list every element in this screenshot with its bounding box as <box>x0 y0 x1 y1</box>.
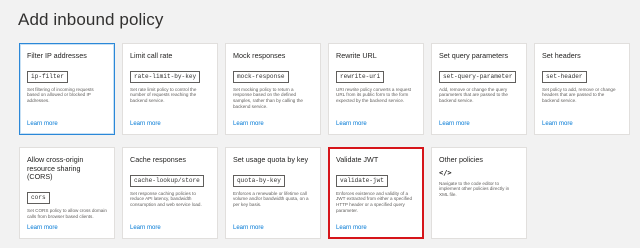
policy-code-chip: rate-limit-by-key <box>130 70 201 83</box>
policy-code-chip: cors <box>27 191 50 204</box>
policy-card-title: Filter IP addresses <box>27 51 87 60</box>
policy-card-title: Rewrite URL <box>336 51 377 60</box>
policy-card-description: Navigate to the code editor to implement… <box>439 180 510 198</box>
policy-grid: Filter IP addresses ip-filter Set filter… <box>19 43 630 239</box>
learn-more-link[interactable]: Learn more <box>233 225 264 231</box>
policy-card-description: Set rate limit policy to control the num… <box>130 86 197 104</box>
policy-card-title: Set headers <box>542 51 581 60</box>
policy-card-title: Mock responses <box>233 51 286 60</box>
policy-card-title: Other policies <box>439 155 483 164</box>
policy-card-other-policies[interactable]: Other policies </> Navigate to the code … <box>431 147 527 239</box>
learn-more-link[interactable]: Learn more <box>439 121 470 127</box>
policy-card-description: URI rewrite policy converts a request UR… <box>336 86 412 104</box>
policy-card-description: Set CORS policy to allow cross domain ca… <box>27 207 107 219</box>
policy-card-rate-limit[interactable]: Limit call rate rate-limit-by-key Set ra… <box>122 43 218 135</box>
policy-card-set-query-parameters[interactable]: Set query parameters set-query-parameter… <box>431 43 527 135</box>
policy-card-title: Cache responses <box>130 155 186 164</box>
policy-card-title: Set query parameters <box>439 51 509 60</box>
policy-code-chip: rewrite-uri <box>336 70 385 83</box>
policy-code-chip: set-header <box>542 70 587 83</box>
policy-card-usage-quota[interactable]: Set usage quota by key quota-by-key Enfo… <box>225 147 321 239</box>
policy-code-chip: cache-lookup/store <box>130 174 204 187</box>
policy-card-ip-filter[interactable]: Filter IP addresses ip-filter Set filter… <box>19 43 115 135</box>
learn-more-link[interactable]: Learn more <box>130 225 161 231</box>
policy-code-chip: validate-jwt <box>336 174 388 187</box>
learn-more-link[interactable]: Learn more <box>27 121 58 127</box>
policy-card-rewrite-url[interactable]: Rewrite URL rewrite-uri URI rewrite poli… <box>328 43 424 135</box>
policy-code-chip: ip-filter <box>27 70 68 83</box>
policy-code-chip: mock-response <box>233 70 289 83</box>
policy-card-description: Set mocking policy to return a response … <box>233 86 303 109</box>
policy-card-description: Enforces a renewable or lifetime call vo… <box>233 190 309 208</box>
policy-card-description: Set response caching policies to reduce … <box>130 190 202 208</box>
learn-more-link[interactable]: Learn more <box>336 121 367 127</box>
policy-code-chip: quota-by-key <box>233 174 285 187</box>
policy-card-description: Add, remove or change the query paramete… <box>439 86 508 104</box>
learn-more-link[interactable]: Learn more <box>542 121 573 127</box>
policy-card-title: Set usage quota by key <box>233 155 309 164</box>
policy-card-title: Allow cross-origin resource sharing (COR… <box>27 155 84 182</box>
policy-card-cors[interactable]: Allow cross-origin resource sharing (COR… <box>19 147 115 239</box>
policy-card-cache-responses[interactable]: Cache responses cache-lookup/store Set r… <box>122 147 218 239</box>
learn-more-link[interactable]: Learn more <box>27 225 58 231</box>
policy-card-description: Set policy to add, remove or change head… <box>542 86 616 104</box>
policy-card-title: Limit call rate <box>130 51 173 60</box>
policy-card-mock-response[interactable]: Mock responses mock-response Set mocking… <box>225 43 321 135</box>
code-icon: </> <box>439 168 452 177</box>
learn-more-link[interactable]: Learn more <box>336 225 367 231</box>
learn-more-link[interactable]: Learn more <box>130 121 161 127</box>
policy-card-title: Validate JWT <box>336 155 379 164</box>
policy-card-set-headers[interactable]: Set headers set-header Set policy to add… <box>534 43 630 135</box>
policy-card-validate-jwt[interactable]: Validate JWT validate-jwt Enforces exist… <box>328 147 424 239</box>
policy-code-chip: set-query-parameter <box>439 70 517 83</box>
page-title: Add inbound policy <box>18 10 164 29</box>
policy-card-description: Set filtering of incoming requests based… <box>27 86 94 104</box>
learn-more-link[interactable]: Learn more <box>233 121 264 127</box>
policy-card-description: Enforces existence and validity of a JWT… <box>336 190 412 213</box>
